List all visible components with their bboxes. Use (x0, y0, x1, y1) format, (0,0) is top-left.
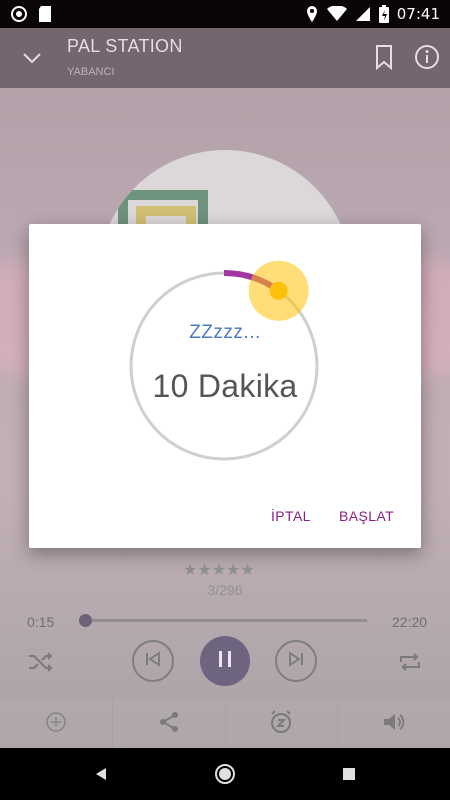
status-bar: 07:41 (0, 0, 450, 28)
dial-thumb[interactable] (269, 281, 288, 300)
sleep-label: ZZzzz... (189, 322, 261, 343)
notification-icon (10, 5, 28, 23)
cancel-button[interactable]: İPTAL (271, 508, 311, 524)
timer-value: 10 Dakika (152, 368, 298, 404)
location-icon (305, 5, 319, 23)
sleep-timer-dialog: ZZzzz... 10 Dakika İPTAL BAŞLAT (29, 224, 421, 548)
back-icon[interactable] (89, 762, 113, 786)
start-button[interactable]: BAŞLAT (339, 508, 394, 524)
recents-icon[interactable] (337, 762, 361, 786)
home-icon[interactable] (213, 762, 237, 786)
navigation-bar (0, 748, 450, 800)
battery-icon (378, 5, 389, 23)
sd-card-icon (38, 5, 52, 23)
signal-icon (355, 6, 371, 22)
wifi-icon (326, 6, 347, 22)
clock: 07:41 (396, 5, 440, 23)
